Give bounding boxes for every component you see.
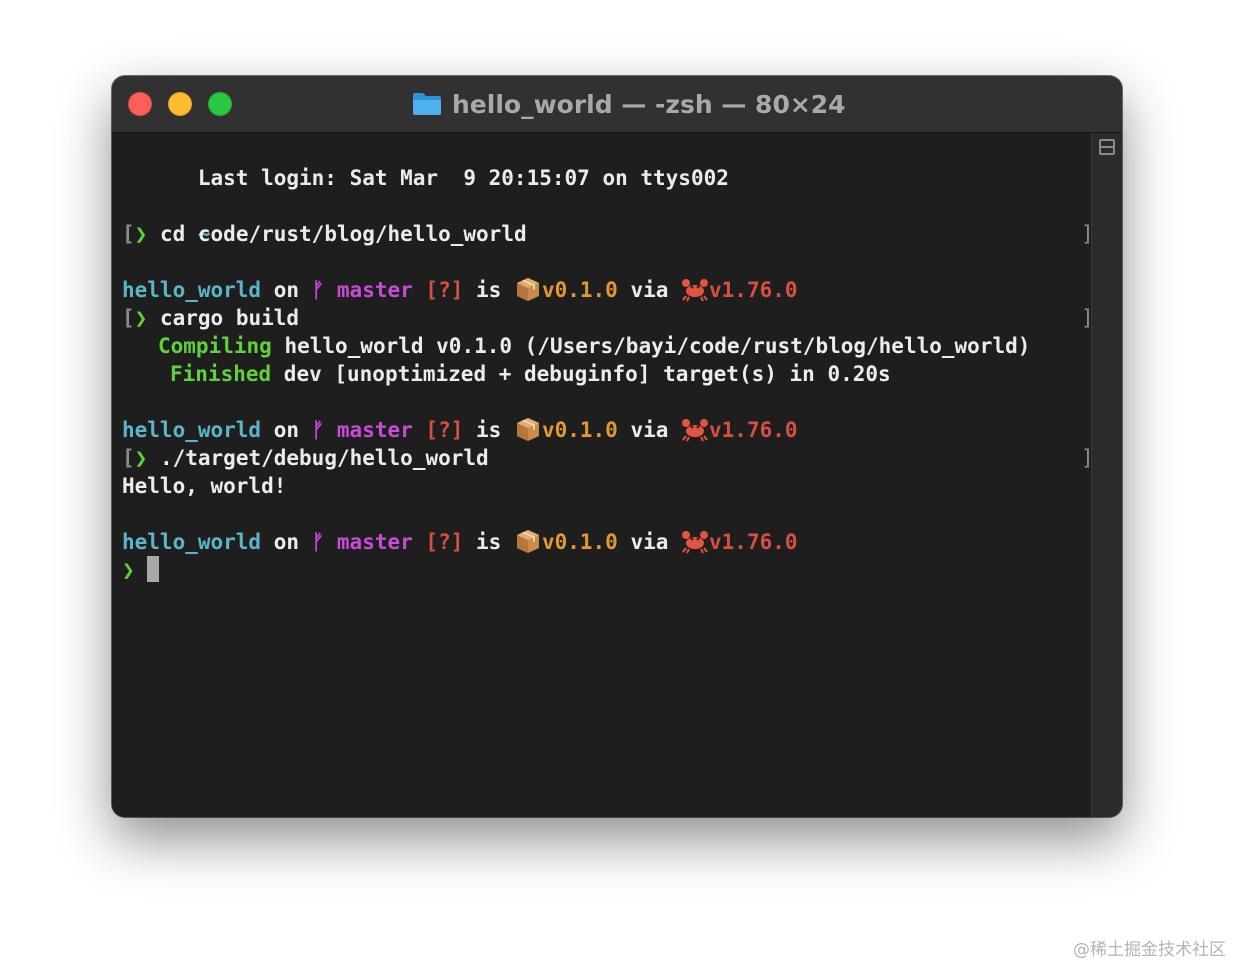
program-output: Hello, world! — [122, 472, 286, 500]
crab-icon — [682, 279, 709, 302]
bracket-left: [ — [122, 446, 135, 470]
window-title-text: hello_world — -zsh — 80×24 — [452, 89, 846, 119]
prompt-via: via — [617, 278, 682, 302]
prompt-line-2: hello_world on ᚠ master [?] is v0.1.0 vi… — [122, 416, 798, 444]
prompt-line-3: hello_world on ᚠ master [?] is v0.1.0 vi… — [122, 528, 798, 556]
prompt-is: is — [463, 278, 514, 302]
prompt-status: [?] — [412, 418, 464, 442]
bracket-left: [ — [122, 306, 135, 330]
close-button[interactable] — [128, 92, 152, 116]
package-version: v0.1.0 — [541, 530, 618, 554]
folder-icon — [413, 93, 441, 115]
prompt-is: is — [463, 418, 514, 442]
finished-line: Finished dev [unoptimized + debuginfo] t… — [170, 360, 891, 388]
last-login-text: Last login: Sat Mar 9 20:15:07 on ttys00… — [197, 166, 729, 190]
package-icon — [516, 418, 539, 441]
output-text: Hello, world! — [122, 474, 287, 498]
rust-version: v1.76.0 — [709, 418, 798, 442]
compiling-line: Compiling hello_world v0.1.0 (/Users/bay… — [158, 332, 1030, 360]
prompt-via: via — [617, 418, 682, 442]
package-icon — [516, 278, 539, 301]
rust-version: v1.76.0 — [709, 278, 798, 302]
prompt-via: via — [617, 530, 682, 554]
compiling-label: Compiling — [158, 334, 272, 358]
command-text: cd code/rust/blog/hello_world — [147, 222, 527, 246]
finished-label: Finished — [170, 362, 272, 386]
bracket-left: [ — [122, 222, 135, 246]
prompt-branch: master — [324, 530, 413, 554]
title-bar[interactable]: hello_world — -zsh — 80×24 — [112, 76, 1122, 133]
package-icon — [516, 530, 539, 553]
minimize-button[interactable] — [168, 92, 192, 116]
terminal-window: hello_world — -zsh — 80×24 Last login: S… — [112, 76, 1122, 817]
prompt-dir: hello_world — [122, 530, 262, 554]
package-version: v0.1.0 — [541, 278, 618, 302]
prompt-arrow: ❯ — [134, 222, 148, 246]
prompt-status: [?] — [412, 530, 464, 554]
git-branch-icon: ᚠ — [311, 278, 325, 302]
window-title: hello_world — -zsh — 80×24 — [412, 89, 846, 119]
prompt-branch: master — [324, 418, 413, 442]
git-branch-icon: ᚠ — [311, 418, 325, 442]
prompt-is: is — [463, 530, 514, 554]
split-pane-icon[interactable] — [1099, 139, 1115, 155]
active-prompt-line[interactable]: ❯ — [122, 556, 160, 584]
prompt-branch: master — [324, 278, 413, 302]
crab-icon — [682, 531, 709, 554]
prompt-status: [?] — [412, 278, 464, 302]
prompt-arrow: ❯ — [122, 558, 135, 582]
package-version: v0.1.0 — [541, 418, 618, 442]
prompt-arrow: ❯ — [134, 446, 148, 470]
prompt-on: on — [261, 530, 312, 554]
rust-version: v1.76.0 — [709, 530, 798, 554]
command-text: cargo build — [147, 306, 300, 330]
zoom-button[interactable] — [208, 92, 232, 116]
prompt-on: on — [261, 278, 312, 302]
compiling-text: hello_world v0.1.0 (/Users/bayi/code/rus… — [271, 334, 1031, 358]
finished-text: dev [unoptimized + debuginfo] target(s) … — [271, 362, 891, 386]
command-line-3: [❯ ./target/debug/hello_world — [122, 444, 489, 472]
home-dir-line: ~ — [122, 192, 211, 246]
command-line-2: [❯ cargo build — [122, 304, 299, 332]
prompt-dir: hello_world — [122, 278, 262, 302]
prompt-dir: hello_world — [122, 418, 262, 442]
command-text: ./target/debug/hello_world — [147, 446, 489, 470]
last-login-line: Last login: Sat Mar 9 20:15:07 on ttys00… — [122, 136, 729, 190]
git-branch-icon: ᚠ — [311, 530, 325, 554]
prompt-line-1: hello_world on ᚠ master [?] is v0.1.0 vi… — [122, 276, 798, 304]
text-cursor[interactable] — [147, 556, 160, 582]
prompt-on: on — [261, 418, 312, 442]
command-line-1: [❯ cd code/rust/blog/hello_world — [122, 220, 527, 248]
prompt-arrow: ❯ — [134, 306, 148, 330]
crab-icon — [682, 419, 709, 442]
terminal-content[interactable]: Last login: Sat Mar 9 20:15:07 on ttys00… — [112, 133, 1094, 817]
watermark: @稀土掘金技术社区 — [1073, 940, 1226, 960]
scrollbar[interactable] — [1091, 133, 1122, 817]
